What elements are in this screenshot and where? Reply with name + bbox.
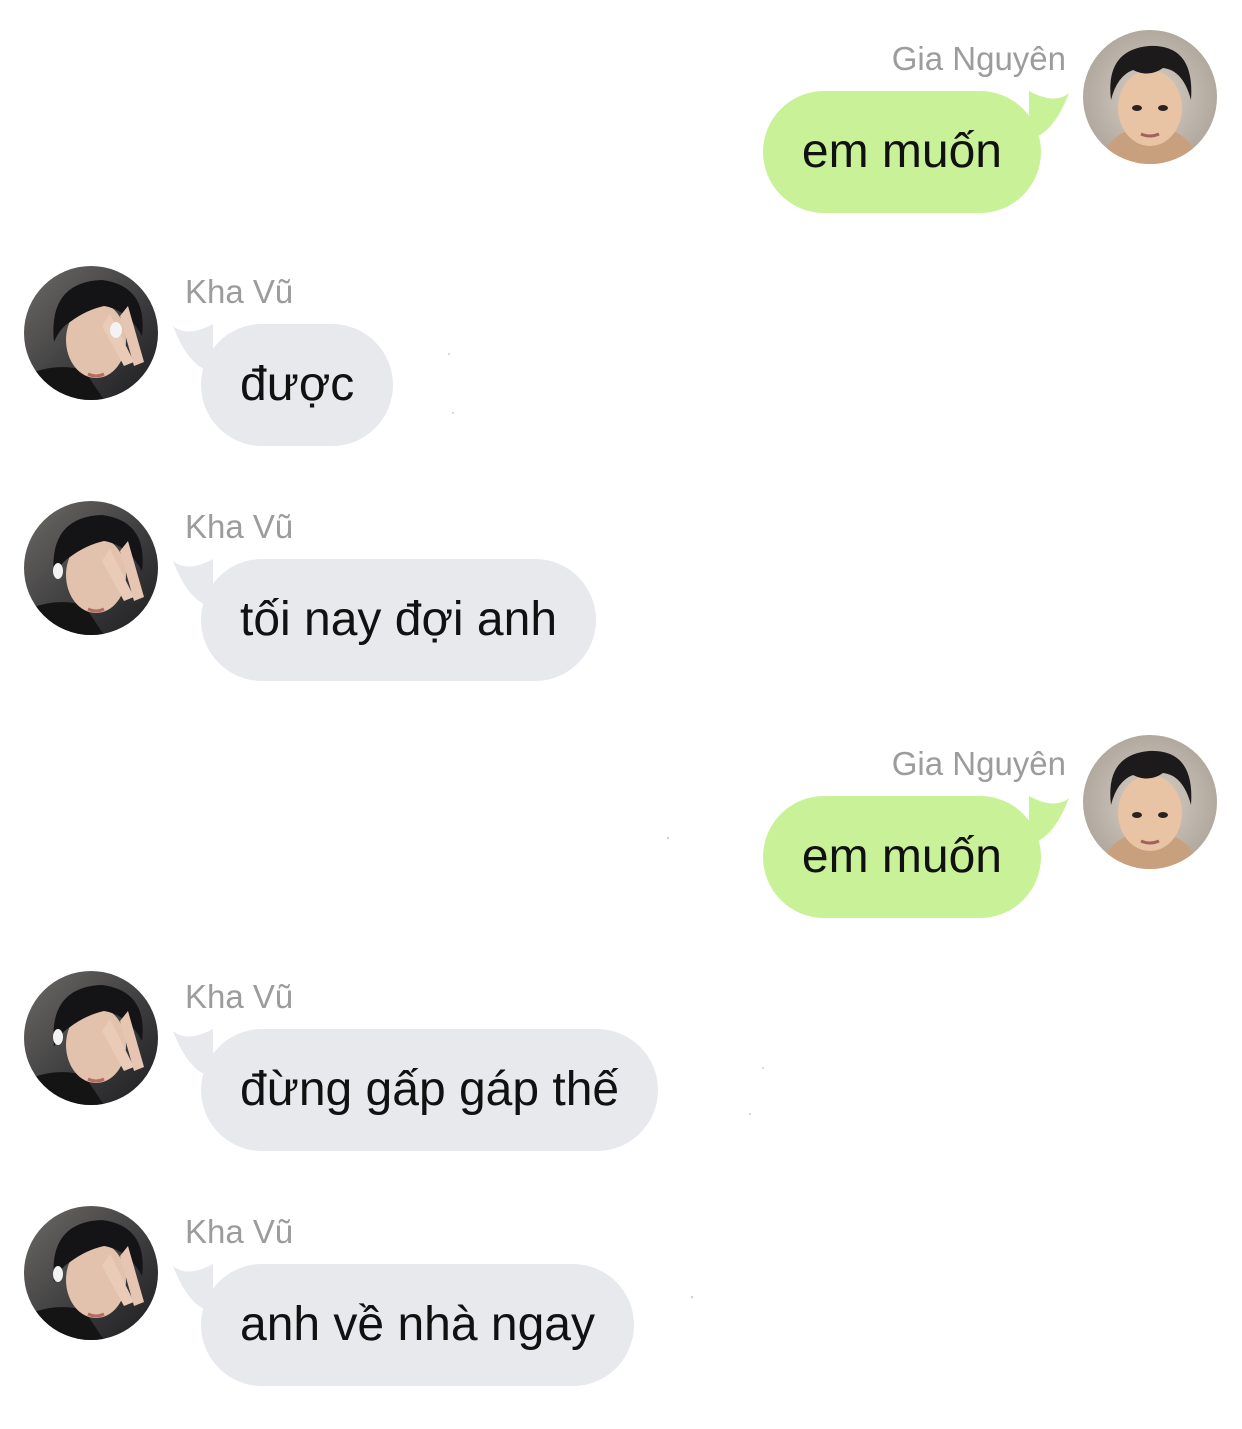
bubble-tail [1029,796,1069,844]
message-bubble-wrap: tối nay đợi anh [173,559,597,681]
message-bubble-outgoing[interactable]: em muốn [762,91,1041,213]
sender-name: Kha Vũ [185,1213,294,1250]
avatar-kha-vu[interactable] [24,971,158,1105]
bubble-tail [1029,91,1069,139]
sender-name: Kha Vũ [185,273,294,310]
avatar-gia-nguyen[interactable] [1083,735,1217,869]
message-row: Kha Vũ đừng gấp gáp thế [0,971,1242,1171]
avatar-gia-nguyen[interactable] [1083,30,1217,164]
message-text: tối nay đợi anh [240,593,558,646]
message-row: Kha Vũ anh về nhà ngay [0,1206,1242,1406]
message-bubble-outgoing[interactable]: em muốn [762,796,1041,918]
message-text: anh về nhà ngay [240,1298,595,1351]
sender-name: Kha Vũ [185,508,294,545]
message-bubble-wrap: đừng gấp gáp thế [173,1029,659,1151]
message-bubble-incoming[interactable]: đừng gấp gáp thế [201,1029,659,1151]
message-row: Kha Vũ được [0,266,1242,466]
avatar-kha-vu[interactable] [24,501,158,635]
message-row: Kha Vũ tối nay đợi anh [0,501,1242,701]
message-text: em muốn [801,125,1002,178]
sender-name: Gia Nguyên [891,745,1066,782]
message-bubble-wrap: anh về nhà ngay [173,1264,634,1386]
message-text: được [240,358,355,411]
message-text: đừng gấp gáp thế [240,1063,620,1116]
message-bubble-wrap: em muốn [762,796,1069,918]
message-row: Gia Nguyên em muốn [0,30,1242,233]
message-text: em muốn [801,830,1002,883]
avatar-kha-vu[interactable] [24,1206,158,1340]
message-bubble-incoming[interactable]: được [201,324,394,446]
message-bubble-incoming[interactable]: tối nay đợi anh [201,559,597,681]
sender-name: Kha Vũ [185,978,294,1015]
message-row: Gia Nguyên em muốn [0,735,1242,938]
message-bubble-incoming[interactable]: anh về nhà ngay [201,1264,634,1386]
sender-name: Gia Nguyên [891,40,1066,77]
avatar-kha-vu[interactable] [24,266,158,400]
message-bubble-wrap: em muốn [762,91,1069,213]
message-bubble-wrap: được [173,324,394,446]
